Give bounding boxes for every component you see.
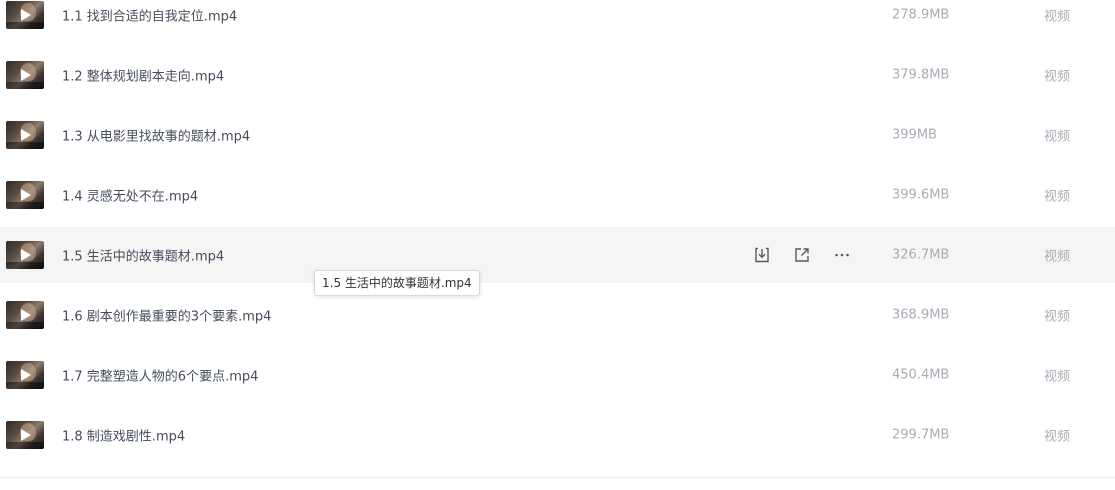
- more-icon[interactable]: [832, 245, 852, 265]
- file-type: 视频: [1044, 249, 1071, 265]
- play-icon: [21, 369, 31, 381]
- file-size: 450.4MB: [892, 367, 950, 383]
- play-icon: [21, 69, 31, 81]
- file-size: 326.7MB: [892, 247, 950, 263]
- file-row[interactable]: 1.7 完整塑造人物的6个要点.mp4 450.4MB 视频: [0, 347, 1115, 403]
- play-icon: [21, 309, 31, 321]
- list-divider: [0, 477, 1115, 478]
- download-icon[interactable]: [752, 245, 772, 265]
- video-thumbnail: [6, 361, 44, 389]
- file-type: 视频: [1044, 9, 1071, 25]
- file-name[interactable]: 1.7 完整塑造人物的6个要点.mp4: [62, 366, 258, 385]
- file-type: 视频: [1044, 429, 1071, 445]
- file-row[interactable]: 1.8 制造戏剧性.mp4 299.7MB 视频: [0, 407, 1115, 463]
- video-thumbnail: [6, 121, 44, 149]
- file-name[interactable]: 1.1 找到合适的自我定位.mp4: [62, 6, 237, 25]
- video-thumbnail: [6, 181, 44, 209]
- file-type: 视频: [1044, 129, 1071, 145]
- file-size: 379.8MB: [892, 67, 950, 83]
- file-row[interactable]: 1.3 从电影里找故事的题材.mp4 399MB 视频: [0, 107, 1115, 163]
- play-icon: [21, 189, 31, 201]
- file-row-hovered[interactable]: 1.5 生活中的故事题材.mp4 326.7MB 视频: [0, 227, 1115, 283]
- file-size: 299.7MB: [892, 427, 950, 443]
- file-name[interactable]: 1.5 生活中的故事题材.mp4: [62, 246, 224, 265]
- file-size: 278.9MB: [892, 7, 950, 23]
- file-size: 399MB: [892, 127, 937, 143]
- file-list: 1.1 找到合适的自我定位.mp4 278.9MB 视频 1.2 整体规划剧本走…: [0, 0, 1115, 490]
- file-name[interactable]: 1.6 剧本创作最重要的3个要素.mp4: [62, 306, 271, 325]
- file-name[interactable]: 1.3 从电影里找故事的题材.mp4: [62, 126, 250, 145]
- video-thumbnail: [6, 421, 44, 449]
- play-icon: [21, 9, 31, 21]
- file-size: 368.9MB: [892, 307, 950, 323]
- file-type: 视频: [1044, 309, 1071, 325]
- file-name[interactable]: 1.2 整体规划剧本走向.mp4: [62, 66, 224, 85]
- video-thumbnail: [6, 1, 44, 29]
- video-thumbnail: [6, 61, 44, 89]
- file-row[interactable]: 1.6 剧本创作最重要的3个要素.mp4 368.9MB 视频: [0, 287, 1115, 343]
- share-icon[interactable]: [792, 245, 812, 265]
- file-name[interactable]: 1.4 灵感无处不在.mp4: [62, 186, 198, 205]
- file-row[interactable]: 1.1 找到合适的自我定位.mp4 278.9MB 视频: [0, 0, 1115, 43]
- file-type: 视频: [1044, 369, 1071, 385]
- file-type: 视频: [1044, 69, 1071, 85]
- file-size: 399.6MB: [892, 187, 950, 203]
- file-row[interactable]: 1.4 灵感无处不在.mp4 399.6MB 视频: [0, 167, 1115, 223]
- row-actions: [752, 245, 872, 265]
- file-type: 视频: [1044, 189, 1071, 205]
- video-thumbnail: [6, 241, 44, 269]
- play-icon: [21, 129, 31, 141]
- filename-tooltip: 1.5 生活中的故事题材.mp4: [314, 270, 480, 296]
- play-icon: [21, 429, 31, 441]
- file-row[interactable]: 1.2 整体规划剧本走向.mp4 379.8MB 视频: [0, 47, 1115, 103]
- play-icon: [21, 249, 31, 261]
- video-thumbnail: [6, 301, 44, 329]
- file-name[interactable]: 1.8 制造戏剧性.mp4: [62, 426, 185, 445]
